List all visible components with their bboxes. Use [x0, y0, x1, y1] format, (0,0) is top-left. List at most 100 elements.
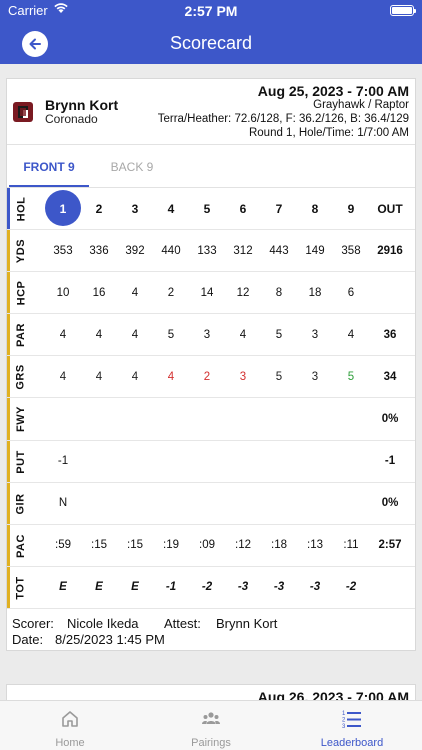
score-cell: 4	[336, 314, 366, 355]
cell-value: 5	[203, 201, 211, 216]
cell-value: 6	[239, 201, 247, 216]
row-label-text: PAR	[15, 323, 28, 348]
nine-tabs: FRONT 9 BACK 9	[7, 146, 415, 188]
cell-value: 4	[59, 370, 67, 383]
hole-number[interactable]: 7	[264, 188, 294, 229]
score-cell	[156, 483, 186, 524]
cell-value: -1	[57, 455, 69, 468]
cell-value: 149	[305, 244, 325, 257]
scorecard-row-fwy: FWY 0%	[7, 398, 415, 441]
score-cell: 4	[84, 314, 114, 355]
score-cell: 358	[336, 230, 366, 271]
cell-value: 4	[131, 328, 139, 341]
score-cell: 3	[300, 356, 330, 397]
score-cell: -1	[156, 567, 186, 608]
score-cell: 6	[336, 272, 366, 313]
hole-number[interactable]: 3	[120, 188, 150, 229]
out-total-value: 0%	[381, 413, 399, 426]
cell-value: 6	[347, 286, 355, 299]
cell-value: 312	[233, 244, 253, 257]
cell-value: 353	[53, 244, 73, 257]
cell-value: 2	[203, 370, 211, 383]
out-total-cell: 0%	[370, 483, 410, 524]
score-cell: 149	[300, 230, 330, 271]
cell-value: 2	[167, 286, 175, 299]
cell-value: 4	[131, 286, 139, 299]
cell-value: 443	[269, 244, 289, 257]
score-cell	[228, 441, 258, 482]
cell-value: 4	[59, 328, 67, 341]
cell-value: 7	[275, 201, 283, 216]
score-cell: 5	[264, 314, 294, 355]
tab-leaderboard[interactable]: 1 2 3 Leaderboard	[282, 701, 422, 750]
score-cell: 4	[228, 314, 258, 355]
score-cell: :13	[300, 525, 330, 566]
cell-value: 5	[167, 328, 175, 341]
row-label-text: GRS	[15, 364, 27, 391]
score-cell: :15	[120, 525, 150, 566]
tab-home[interactable]: Home	[0, 701, 140, 750]
score-cell: :09	[192, 525, 222, 566]
hole-number[interactable]: 5	[192, 188, 222, 229]
score-cell: 353	[48, 230, 78, 271]
battery-icon	[390, 5, 416, 16]
round-date: Aug 25, 2023 - 7:00 AM	[257, 83, 409, 99]
score-cell	[300, 398, 330, 439]
score-cell	[336, 441, 366, 482]
cell-value: 3	[131, 201, 139, 216]
cell-value: -3	[237, 581, 249, 594]
tab-front-9[interactable]: FRONT 9	[9, 160, 89, 174]
hole-number[interactable]: 9	[336, 188, 366, 229]
cell-value: E	[95, 581, 103, 594]
cell-value: 4	[131, 370, 139, 383]
score-cell: 392	[120, 230, 150, 271]
group-icon	[202, 712, 220, 724]
cell-value: 3	[203, 328, 211, 341]
row-accent-bar	[7, 314, 10, 356]
cell-value: 5	[275, 328, 283, 341]
row-label: HCP	[13, 280, 29, 306]
cell-value: :15	[127, 539, 143, 552]
hole-number[interactable]: 1	[45, 188, 81, 229]
hole-number[interactable]: 4	[156, 188, 186, 229]
score-cell: 5	[156, 314, 186, 355]
score-cell: 336	[84, 230, 114, 271]
cell-value: 4	[167, 370, 175, 383]
score-cell: :12	[228, 525, 258, 566]
hole-number[interactable]: 8	[300, 188, 330, 229]
out-total-cell: 34	[370, 356, 410, 397]
cell-value: :59	[55, 539, 71, 552]
cell-value: 14	[200, 286, 214, 299]
cell-value: 16	[92, 286, 106, 299]
out-total-value: 34	[383, 370, 397, 383]
score-cell: -3	[264, 567, 294, 608]
score-cell: 443	[264, 230, 294, 271]
out-total-value: -1	[384, 455, 396, 468]
tab-back-9[interactable]: BACK 9	[97, 160, 167, 174]
row-label-text: PUT	[15, 449, 27, 474]
hole-number[interactable]: 6	[228, 188, 258, 229]
status-bar: Carrier 2:57 PM	[0, 0, 422, 22]
score-cell: 4	[120, 272, 150, 313]
score-cell: N	[48, 483, 78, 524]
score-cell	[192, 398, 222, 439]
out-total-value: 0%	[381, 497, 399, 510]
score-cell	[300, 483, 330, 524]
cell-value: 3	[239, 370, 247, 383]
score-cell	[120, 398, 150, 439]
score-cell	[264, 398, 294, 439]
out-total-value: OUT	[377, 201, 403, 216]
tee-ratings: Terra/Heather: 72.6/128, F: 36.2/126, B:…	[157, 113, 409, 125]
score-cell: 312	[228, 230, 258, 271]
row-label-text: HOL	[15, 196, 28, 222]
scorecard-row-hcp: HCP 10 16 4 2 14 12 8 18 6	[7, 272, 415, 315]
score-cell: 4	[156, 356, 186, 397]
leaderboard-list-icon: 1 2 3	[342, 711, 361, 729]
hole-number[interactable]: 2	[84, 188, 114, 229]
tab-pairings[interactable]: Pairings	[141, 701, 281, 750]
row-accent-bar	[7, 440, 10, 482]
score-cell: -2	[192, 567, 222, 608]
row-label: FWY	[13, 406, 29, 432]
score-cell: 14	[192, 272, 222, 313]
score-cell	[48, 398, 78, 439]
